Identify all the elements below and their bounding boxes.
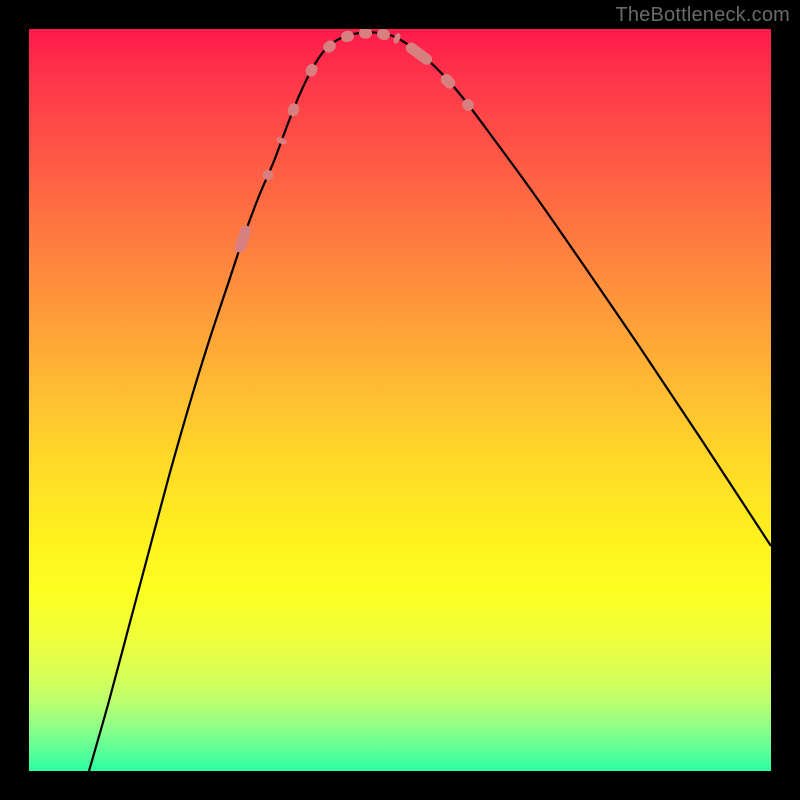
highlight-segment-bottom xyxy=(286,29,402,118)
highlight-pill xyxy=(392,32,402,44)
highlight-pill xyxy=(340,29,356,43)
highlight-pill xyxy=(286,102,301,118)
highlight-pill xyxy=(376,29,392,41)
highlight-pill xyxy=(359,29,372,39)
highlight-pill xyxy=(404,40,435,67)
curve-layer xyxy=(29,29,771,771)
highlight-pill xyxy=(304,62,320,79)
highlight-pill xyxy=(261,168,275,182)
highlight-pill xyxy=(233,224,253,254)
bottleneck-curve xyxy=(89,32,771,771)
watermark-text: TheBottleneck.com xyxy=(615,4,790,27)
chart-frame: TheBottleneck.com xyxy=(0,0,800,800)
plot-area xyxy=(29,29,771,771)
highlight-segment-right xyxy=(404,40,476,113)
